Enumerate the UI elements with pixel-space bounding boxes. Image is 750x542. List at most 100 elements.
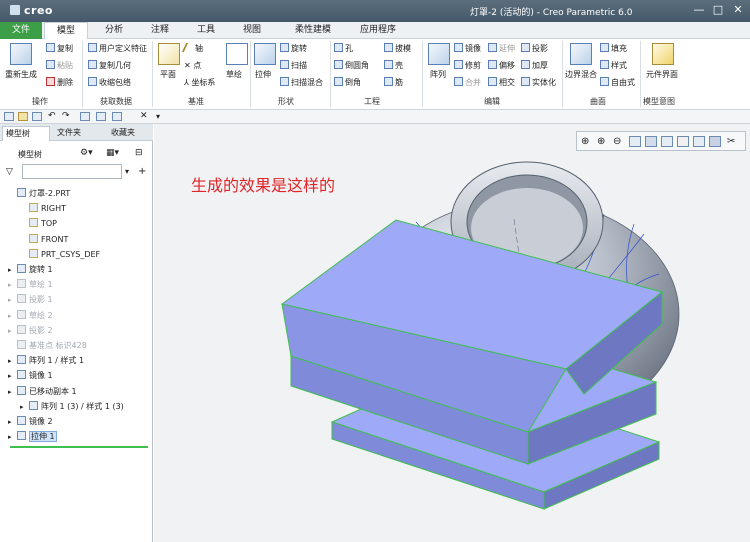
feature-sketch-2[interactable]: ▸ 草绘 2: [0, 308, 152, 323]
repaint-icon[interactable]: [629, 136, 641, 147]
rib-button[interactable]: 筋: [384, 77, 403, 88]
expand-arrow-icon[interactable]: ▸: [8, 309, 17, 324]
datum-right[interactable]: RIGHT: [0, 201, 152, 216]
part-node[interactable]: 灯罩-2.PRT: [0, 186, 152, 201]
pattern-icon[interactable]: [428, 43, 450, 65]
component-interface-button[interactable]: 元件界面: [646, 69, 678, 80]
feature-revolve-1[interactable]: ▸ 旋转 1: [0, 262, 152, 277]
datum-csys[interactable]: PRT_CSYS_DEF: [0, 247, 152, 262]
refit-icon[interactable]: ⊕: [581, 136, 593, 147]
sketch-icon[interactable]: [226, 43, 248, 65]
expand-arrow-icon[interactable]: ▸: [8, 369, 17, 384]
group-operations[interactable]: 操作: [32, 96, 48, 107]
feature-pattern-1[interactable]: ▸ 阵列 1 / 样式 1: [0, 353, 152, 368]
feature-moved-copy-1[interactable]: ▸ 已移动副本 1: [0, 384, 152, 399]
extrude-button[interactable]: 拉伸: [255, 69, 271, 80]
feature-mirror-1[interactable]: ▸ 镜像 1: [0, 368, 152, 383]
feature-pattern-1-3[interactable]: ▸ 阵列 1 (3) / 样式 1 (3): [0, 399, 152, 414]
new-icon[interactable]: [4, 112, 14, 121]
thicken-button[interactable]: 加厚: [521, 60, 548, 71]
group-model-intent[interactable]: 模型意图: [643, 96, 675, 107]
expand-arrow-icon[interactable]: ▸: [20, 400, 29, 415]
datum-display-icon[interactable]: [709, 136, 721, 147]
revolve-button[interactable]: 旋转: [280, 43, 307, 54]
intersect-button[interactable]: 相交: [488, 77, 515, 88]
offset-button[interactable]: 偏移: [488, 60, 515, 71]
group-engineering[interactable]: 工程: [364, 96, 380, 107]
pattern-button[interactable]: 阵列: [430, 69, 446, 80]
draft-button[interactable]: 拔模: [384, 43, 411, 54]
shell-button[interactable]: 壳: [384, 60, 403, 71]
expand-arrow-icon[interactable]: ▸: [8, 415, 17, 430]
copy-button[interactable]: 复制: [46, 43, 73, 54]
feature-extrude-1[interactable]: ▸ 拉伸 1: [0, 429, 152, 445]
tab-annotate[interactable]: 注释: [140, 22, 180, 39]
tab-file[interactable]: 文件: [0, 22, 42, 39]
delete-button[interactable]: 删除: [46, 77, 73, 88]
regenerate-small-icon[interactable]: [80, 112, 90, 121]
sketch-button[interactable]: 草绘: [226, 69, 242, 80]
swept-blend-button[interactable]: 扫描混合: [280, 77, 323, 88]
udf-button[interactable]: 用户定义特征: [88, 43, 147, 54]
customize-dropdown-icon[interactable]: ▾: [156, 112, 166, 121]
plane-button[interactable]: 平面: [160, 69, 176, 80]
hole-button[interactable]: 孔: [334, 43, 353, 54]
expand-arrow-icon[interactable]: ▸: [8, 278, 17, 293]
feature-sketch-1[interactable]: ▸ 草绘 1: [0, 277, 152, 292]
axis-button[interactable]: 轴: [181, 43, 203, 54]
chamfer-button[interactable]: 倒角: [334, 77, 361, 88]
tab-flexible-modeling[interactable]: 柔性建模: [283, 22, 343, 39]
sweep-button[interactable]: 扫描: [280, 60, 307, 71]
tab-tools[interactable]: 工具: [186, 22, 226, 39]
tab-applications[interactable]: 应用程序: [350, 22, 406, 39]
zoom-out-icon[interactable]: ⊖: [613, 136, 625, 147]
filter-dropdown-icon[interactable]: ▾: [125, 167, 129, 176]
tree-search-input[interactable]: [22, 164, 122, 179]
view-manager-icon[interactable]: [661, 136, 673, 147]
perspective-icon[interactable]: [693, 136, 705, 147]
boundary-blend-button[interactable]: 边界混合: [565, 69, 597, 80]
close-button[interactable]: ✕: [729, 2, 747, 18]
close-window-icon[interactable]: ✕: [140, 112, 150, 121]
copy-geometry-button[interactable]: 复制几何: [88, 60, 131, 71]
boundary-blend-icon[interactable]: [570, 43, 592, 65]
solidify-button[interactable]: 实体化: [521, 77, 556, 88]
plane-icon[interactable]: [158, 43, 180, 65]
regenerate-icon[interactable]: [10, 43, 32, 65]
datum-top[interactable]: TOP: [0, 216, 152, 231]
feature-mirror-2[interactable]: ▸ 镜像 2: [0, 414, 152, 429]
zoom-in-icon[interactable]: ⊕: [597, 136, 609, 147]
expand-arrow-icon[interactable]: ▸: [8, 324, 17, 339]
maximize-button[interactable]: □: [709, 2, 727, 18]
saved-orientations-icon[interactable]: [645, 136, 657, 147]
tab-model-tree[interactable]: 模型树: [2, 126, 50, 141]
undo-icon[interactable]: ↶: [48, 112, 58, 121]
minimize-button[interactable]: —: [690, 2, 708, 18]
extrude-icon[interactable]: [254, 43, 276, 65]
point-button[interactable]: ✕ 点: [184, 60, 201, 71]
add-filter-icon[interactable]: +: [138, 166, 146, 177]
show-columns-icon[interactable]: ▦▾: [106, 148, 119, 158]
feature-projection-2[interactable]: ▸ 投影 2: [0, 323, 152, 338]
expand-arrow-icon[interactable]: ▸: [8, 430, 17, 445]
component-interface-icon[interactable]: [652, 43, 674, 65]
feature-projection-1[interactable]: ▸ 投影 1: [0, 292, 152, 307]
csys-button[interactable]: ⅄ 坐标系: [184, 77, 215, 88]
tree-settings-icon[interactable]: ⚙▾: [80, 148, 93, 158]
extend-button[interactable]: 延伸: [488, 43, 515, 54]
group-datum[interactable]: 基准: [188, 96, 204, 107]
tab-model[interactable]: 模型: [44, 22, 88, 39]
paste-button[interactable]: 粘贴: [46, 60, 73, 71]
tab-favorites[interactable]: 收藏夹: [108, 126, 152, 141]
trim-button[interactable]: 修剪: [454, 60, 481, 71]
group-get-data[interactable]: 获取数据: [100, 96, 132, 107]
round-button[interactable]: 倒圆角: [334, 60, 369, 71]
open-icon[interactable]: [18, 112, 28, 121]
expand-arrow-icon[interactable]: ▸: [8, 385, 17, 400]
annotation-display-icon[interactable]: ✂: [727, 136, 739, 147]
display-style-icon[interactable]: [677, 136, 689, 147]
windows-icon[interactable]: [96, 112, 106, 121]
style-button[interactable]: 样式: [600, 60, 627, 71]
tab-analysis[interactable]: 分析: [94, 22, 134, 39]
save-icon[interactable]: [32, 112, 42, 121]
